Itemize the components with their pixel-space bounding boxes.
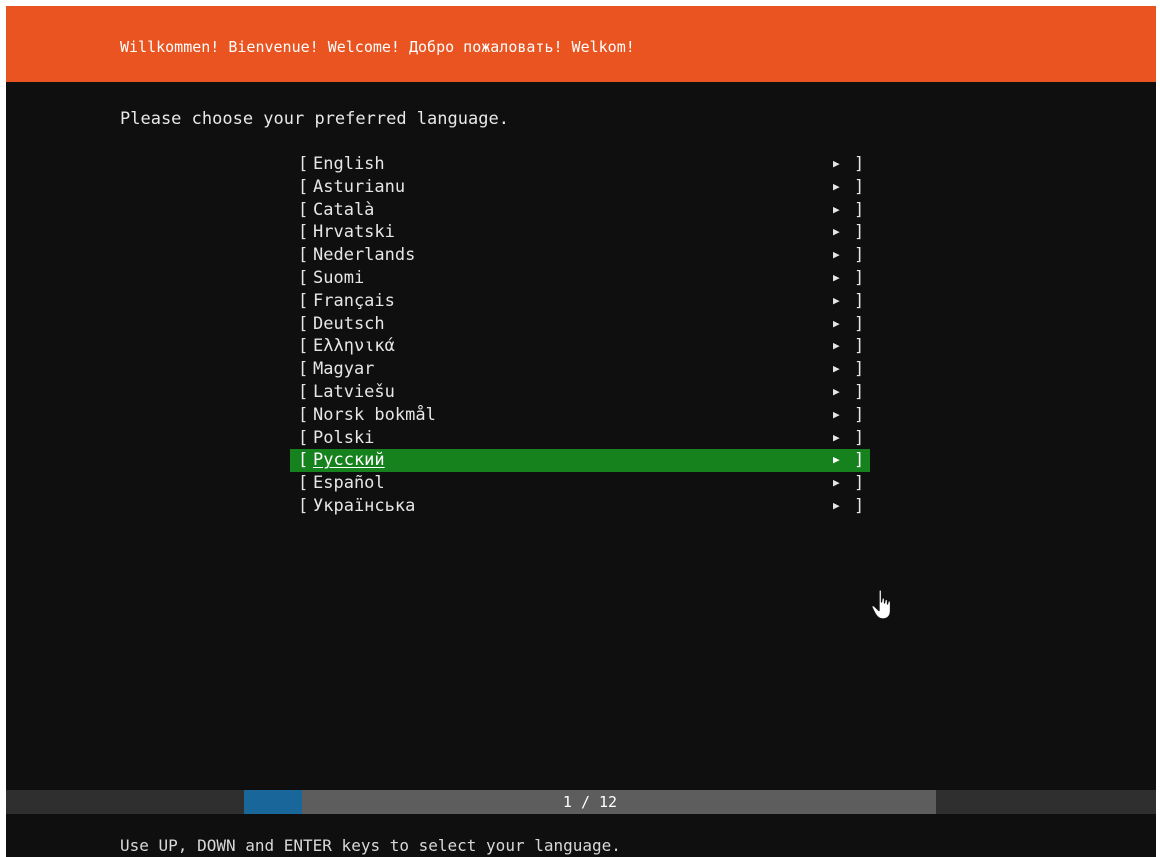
submenu-arrow-icon: ▶ [833, 339, 840, 353]
language-option[interactable]: [Polski ▶] [290, 427, 870, 450]
language-option[interactable]: [Français ▶] [290, 290, 870, 313]
bracket-left: [ [298, 404, 309, 425]
language-option-label: Polski [313, 427, 375, 448]
language-option-label: Nederlands [313, 245, 416, 266]
progress-bar-area: 1 / 12 [6, 790, 1156, 814]
bracket-left: [ [298, 495, 309, 516]
hand-pointer-icon [871, 589, 892, 620]
bracket-right: ] [854, 427, 865, 448]
bracket-right: ] [854, 245, 865, 266]
bracket-left: [ [298, 313, 309, 334]
submenu-arrow-icon: ▶ [833, 202, 840, 216]
language-option-label: Asturianu [313, 176, 406, 197]
language-option-label: Norsk bokmål [313, 404, 436, 425]
submenu-arrow-icon: ▶ [833, 476, 840, 490]
language-option-label: Latviešu [313, 381, 395, 402]
submenu-arrow-icon: ▶ [833, 157, 840, 170]
bracket-right: ] [854, 222, 865, 243]
language-option-label: Suomi [313, 267, 365, 288]
bracket-left: [ [298, 199, 309, 220]
submenu-arrow-icon: ▶ [833, 270, 840, 284]
bracket-right: ] [854, 199, 865, 220]
language-option[interactable]: [Deutsch ▶] [290, 313, 870, 336]
bracket-left: [ [298, 473, 309, 494]
help-text: Use UP, DOWN and ENTER keys to select yo… [120, 836, 621, 855]
submenu-arrow-icon: ▶ [833, 384, 840, 398]
language-option[interactable]: [Català ▶] [290, 199, 870, 222]
language-option[interactable]: [Suomi ▶] [290, 267, 870, 290]
language-option-label: Deutsch [313, 313, 385, 334]
language-prompt: Please choose your preferred language. [120, 109, 509, 129]
bracket-left: [ [298, 267, 309, 288]
bracket-left: [ [298, 176, 309, 197]
bracket-left: [ [298, 290, 309, 311]
language-option[interactable]: [Ελληνικά ▶] [290, 335, 870, 358]
language-option-label: English [313, 154, 385, 174]
welcome-title: Willkommen! Bienvenue! Welcome! Добро по… [120, 38, 635, 56]
language-option[interactable]: [Español ▶] [290, 472, 870, 495]
bracket-right: ] [854, 154, 865, 174]
submenu-arrow-icon: ▶ [833, 430, 840, 444]
language-option-label: Magyar [313, 359, 375, 380]
bracket-right: ] [854, 381, 865, 402]
language-option[interactable]: [Asturianu ▶] [290, 176, 870, 199]
bracket-left: [ [298, 222, 309, 243]
language-option[interactable]: [English ▶] [290, 153, 870, 176]
language-option[interactable]: [Русский ▶] [290, 449, 870, 473]
progress-label: 1 / 12 [562, 793, 618, 811]
language-option-label: Українська [313, 495, 416, 516]
language-option[interactable]: [Nederlands ▶] [290, 244, 870, 267]
language-option[interactable]: [Magyar ▶] [290, 358, 870, 381]
submenu-arrow-icon: ▶ [833, 179, 840, 193]
bracket-left: [ [298, 427, 309, 448]
bracket-left: [ [298, 359, 309, 380]
bracket-left: [ [298, 336, 309, 357]
bracket-right: ] [854, 450, 865, 471]
submenu-arrow-icon: ▶ [833, 407, 840, 421]
language-option[interactable]: [Українська ▶] [290, 495, 870, 518]
installer-screen: Willkommen! Bienvenue! Welcome! Добро по… [6, 6, 1156, 857]
language-option[interactable]: [Latviešu ▶] [290, 381, 870, 404]
bracket-right: ] [854, 313, 865, 334]
bracket-right: ] [854, 176, 865, 197]
bracket-right: ] [854, 495, 865, 516]
progress-track: 1 / 12 [244, 790, 936, 814]
bracket-right: ] [854, 336, 865, 357]
language-option-label: Français [313, 290, 395, 311]
language-option-label: Ελληνικά [313, 336, 395, 357]
submenu-arrow-icon: ▶ [833, 225, 840, 239]
language-list: [English ▶][Asturianu ▶][Català ▶][Hrvatski… [290, 153, 870, 518]
submenu-arrow-icon: ▶ [833, 248, 840, 262]
bracket-left: [ [298, 154, 309, 174]
header-bar: Willkommen! Bienvenue! Welcome! Добро по… [6, 6, 1156, 82]
language-option-label: Español [313, 473, 385, 494]
bracket-left: [ [298, 381, 309, 402]
submenu-arrow-icon: ▶ [833, 316, 840, 330]
language-option-label: Català [313, 199, 375, 220]
submenu-arrow-icon: ▶ [833, 498, 840, 512]
bracket-left: [ [298, 450, 309, 471]
language-option-label: Hrvatski [313, 222, 395, 243]
submenu-arrow-icon: ▶ [833, 453, 840, 467]
bracket-left: [ [298, 245, 309, 266]
bracket-right: ] [854, 359, 865, 380]
language-option-label: Русский [313, 450, 385, 471]
bracket-right: ] [854, 473, 865, 494]
bracket-right: ] [854, 267, 865, 288]
language-option[interactable]: [Hrvatski ▶] [290, 221, 870, 244]
bracket-right: ] [854, 404, 865, 425]
language-option[interactable]: [Norsk bokmål ▶] [290, 404, 870, 427]
submenu-arrow-icon: ▶ [833, 293, 840, 307]
submenu-arrow-icon: ▶ [833, 362, 840, 376]
bracket-right: ] [854, 290, 865, 311]
